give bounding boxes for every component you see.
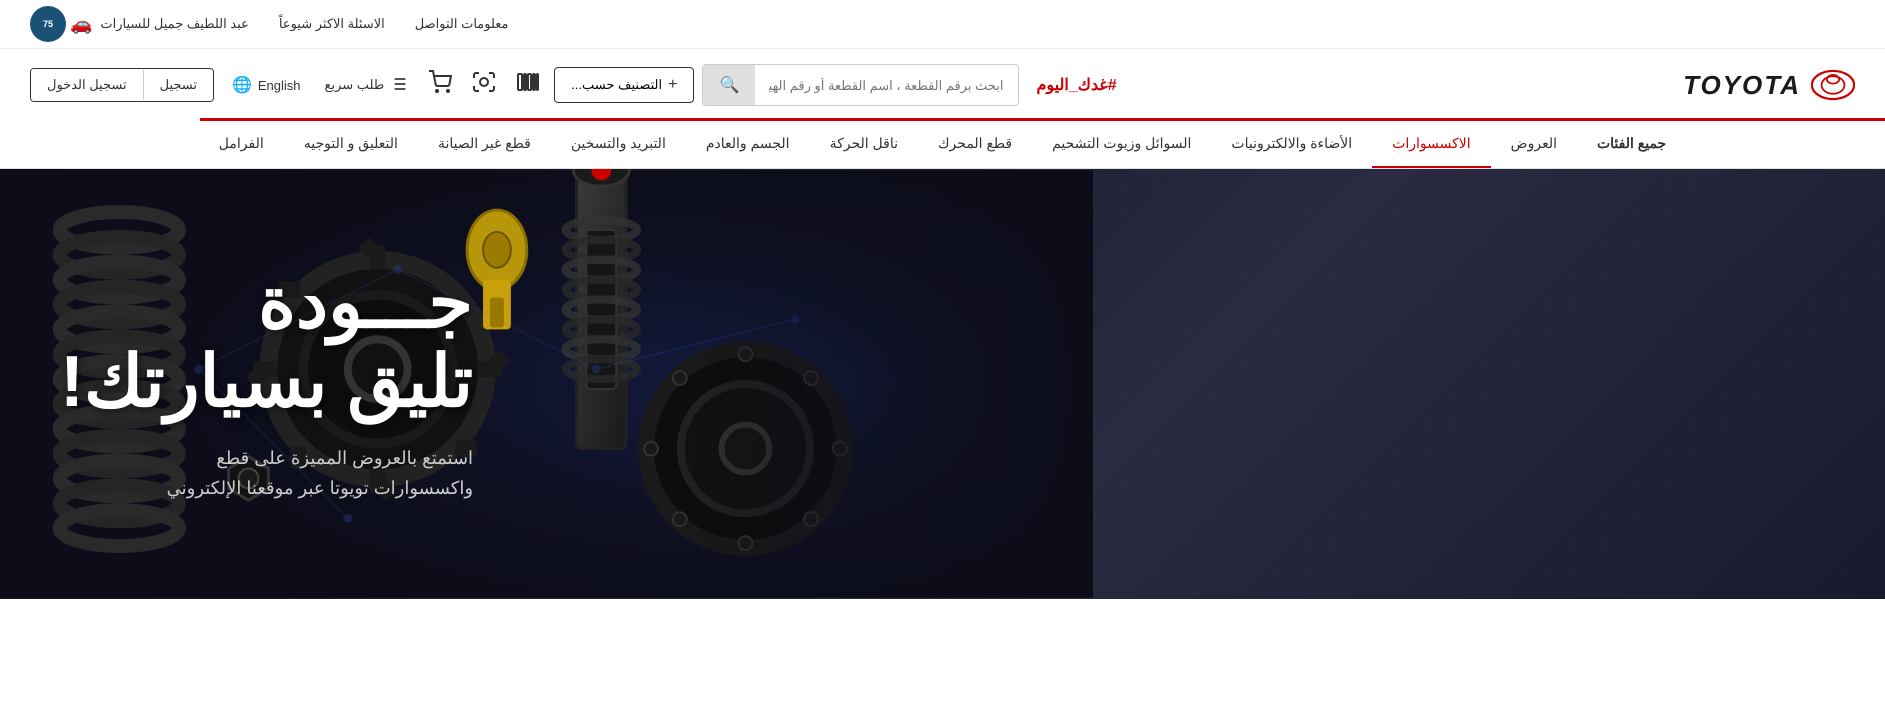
header: TOYOTA #غدك_اليوم 🔍 + التصنيف حسب... xyxy=(0,49,1885,121)
nav-item-engine-parts[interactable]: قطع المحرك xyxy=(918,121,1032,168)
hero-subtext-line1: استمتع بالعروض المميزة على قطع xyxy=(216,448,473,468)
brand-name: TOYOTA xyxy=(1683,70,1801,101)
nav-label-engine-parts: قطع المحرك xyxy=(938,135,1012,152)
search-input[interactable] xyxy=(755,68,1017,103)
anniversary-badge: 75 xyxy=(30,6,66,42)
nav-item-non-maintenance[interactable]: قطع غير الصيانة xyxy=(418,121,551,168)
hero-subtext-line2: واكسسوارات تويوتا عبر موقعنا الإلكتروني xyxy=(167,478,473,498)
nav-item-fluids[interactable]: السوائل وزيوت التشحيم xyxy=(1032,121,1211,168)
car-icon: 🚗 xyxy=(70,14,92,35)
hero-section: جـــودة تليق بسيارتك! استمتع بالعروض الم… xyxy=(0,169,1885,599)
nav-label-all-categories: جميع الفئات xyxy=(1597,135,1666,152)
nav-label-fluids: السوائل وزيوت التشحيم xyxy=(1052,135,1191,152)
header-actions: #غدك_اليوم 🔍 + التصنيف حسب... xyxy=(30,64,1683,106)
hero-headline-line2: تليق بسيارتك! xyxy=(60,343,473,422)
search-input-container: 🔍 xyxy=(702,64,1018,106)
cart-button[interactable] xyxy=(422,66,458,104)
faq-label: الاسئلة الاكثر شيوعاً xyxy=(279,16,385,32)
nav-label-suspension: التعليق و التوجيه xyxy=(304,135,398,152)
hero-headline-line1: جـــودة xyxy=(60,264,473,343)
company-logo: عبد اللطيف جميل للسيارات 🚗 75 xyxy=(30,6,249,42)
today-hashtag[interactable]: #غدك_اليوم xyxy=(1037,75,1117,95)
hero-headline: جـــودة تليق بسيارتك! xyxy=(60,264,473,422)
camera-scan-button[interactable] xyxy=(466,66,502,104)
quick-order-label: طلب سريع xyxy=(325,77,385,93)
cart-icon xyxy=(428,70,452,100)
nav-label-offers: العروض xyxy=(1511,135,1557,152)
nav-label-brakes: الفرامل xyxy=(219,135,264,152)
company-name: عبد اللطيف جميل للسيارات xyxy=(100,16,248,32)
globe-icon: 🌐 xyxy=(232,75,252,95)
hero-text: جـــودة تليق بسيارتك! استمتع بالعروض الم… xyxy=(0,234,533,534)
lang-label: English xyxy=(258,78,301,93)
nav-item-cooling[interactable]: التبريد والتسخين xyxy=(551,121,686,168)
nav-item-accessories[interactable]: الاكسسوارات xyxy=(1372,121,1490,168)
search-area: 🔍 + التصنيف حسب... xyxy=(319,64,1019,106)
filter-button[interactable]: + التصنيف حسب... xyxy=(554,67,694,103)
login-button[interactable]: تسجيل xyxy=(144,69,213,101)
language-selector[interactable]: English 🌐 xyxy=(232,75,301,95)
nav-item-lighting[interactable]: الأضاءة والالكترونيات xyxy=(1211,121,1372,168)
scan-icon xyxy=(472,70,496,100)
search-icon: 🔍 xyxy=(719,77,739,94)
faq-link[interactable]: الاسئلة الاكثر شيوعاً xyxy=(279,16,385,32)
nav-item-all-categories[interactable]: جميع الفئات xyxy=(1577,121,1686,168)
quick-order-button[interactable]: طلب سريع xyxy=(319,70,415,101)
nav-label-accessories: الاكسسوارات xyxy=(1392,135,1470,152)
contact-label: معلومات التواصل xyxy=(415,16,509,32)
nav-item-suspension[interactable]: التعليق و التوجيه xyxy=(284,121,418,168)
list-icon xyxy=(388,74,408,97)
nav-label-cooling: التبريد والتسخين xyxy=(571,135,666,152)
nav-label-non-maintenance: قطع غير الصيانة xyxy=(438,135,531,152)
search-button[interactable]: 🔍 xyxy=(703,65,755,105)
register-button[interactable]: تسجيل الدخول xyxy=(31,69,143,101)
nav-label-body-exhaust: الجسم والعادم xyxy=(706,135,790,152)
auth-divider xyxy=(143,70,144,100)
nav-item-transmission[interactable]: ناقل الحركة xyxy=(810,121,918,168)
barcode-icon xyxy=(516,70,540,100)
contact-info[interactable]: معلومات التواصل xyxy=(415,16,509,32)
auth-buttons: تسجيل تسجيل الدخول xyxy=(30,68,214,102)
nav-label-lighting: الأضاءة والالكترونيات xyxy=(1231,135,1352,152)
filter-plus-icon: + xyxy=(668,76,677,94)
nav-label-transmission: ناقل الحركة xyxy=(830,135,898,152)
barcode-scan-button[interactable] xyxy=(510,66,546,104)
top-bar: معلومات التواصل الاسئلة الاكثر شيوعاً عب… xyxy=(0,0,1885,49)
nav-bar: جميع الفئات العروض الاكسسوارات الأضاءة و… xyxy=(0,121,1885,169)
nav-item-offers[interactable]: العروض xyxy=(1491,121,1577,168)
logo-area: TOYOTA xyxy=(1683,63,1855,107)
nav-item-body-exhaust[interactable]: الجسم والعادم xyxy=(686,121,810,168)
hero-subtext: استمتع بالعروض المميزة على قطع واكسسوارا… xyxy=(60,443,473,504)
toyota-logo-icon xyxy=(1811,63,1855,107)
filter-label: التصنيف حسب... xyxy=(571,77,662,93)
nav-item-brakes[interactable]: الفرامل xyxy=(199,121,284,168)
